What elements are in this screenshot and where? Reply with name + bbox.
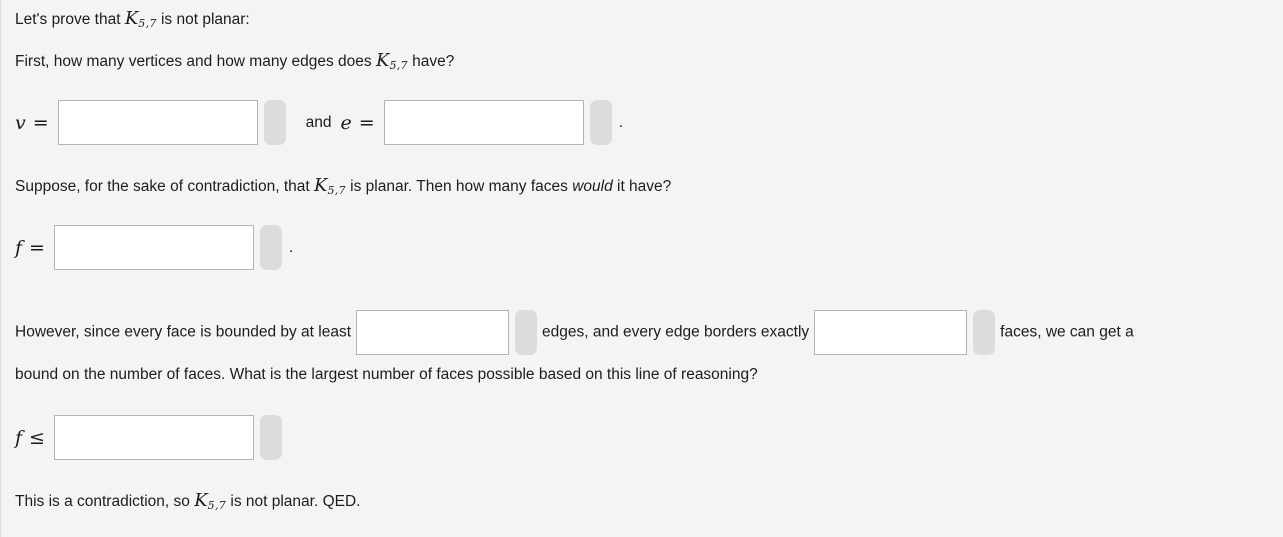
edges-input[interactable]	[383, 100, 584, 145]
f-bound-field-group	[53, 415, 282, 460]
e-variable: e	[340, 111, 352, 134]
v-equals-label: v =	[15, 112, 49, 134]
faces-bound-input-handle-icon[interactable]	[259, 415, 282, 460]
graph-symbol-q1: K5,7	[375, 50, 408, 73]
conclusion-text-before: This is a contradiction, so	[15, 493, 190, 510]
edges-input-handle-icon[interactable]	[589, 100, 612, 145]
intro-text-before: Let's prove that	[15, 11, 121, 28]
however-text-before: However, since every face is bounded by …	[15, 323, 352, 341]
graph-subscript-q2: 5,7	[327, 184, 346, 198]
intro-line: Let's prove that K5,7 is not planar:	[15, 8, 250, 31]
graph-subscript-q1: 5,7	[389, 59, 408, 73]
graph-symbol-q2: K5,7	[314, 175, 346, 198]
v-variable: v	[15, 111, 26, 134]
graph-subscript-conclusion: 5,7	[207, 499, 227, 513]
however-text-mid: edges, and every edge borders exactly	[542, 323, 810, 341]
question-faces: Suppose, for the sake of contradiction, …	[15, 175, 671, 198]
graph-subscript-intro: 5,7	[138, 17, 157, 31]
answer-row-f-equals: f = .	[15, 225, 293, 270]
e-equals-label: e =	[341, 112, 375, 134]
intro-text-after: is not planar:	[160, 11, 250, 28]
period-after-edges: .	[618, 113, 624, 131]
f-bound-variable: f	[15, 426, 23, 449]
f-bound-label: f ≤	[15, 427, 45, 449]
answer-row-v-and-e: v = and e = .	[15, 100, 623, 145]
however-text-after: faces, we can get a	[1000, 323, 1134, 341]
question2-text-after: it have?	[617, 178, 672, 195]
edges-per-face-input-handle-icon[interactable]	[515, 310, 538, 355]
question2-text-mid: is planar. Then how many faces	[350, 178, 568, 195]
faces-per-edge-field-group	[814, 310, 996, 355]
question2-text-before: Suppose, for the sake of contradiction, …	[15, 178, 310, 195]
conjunction-and: and	[305, 113, 332, 131]
v-field-group	[57, 100, 286, 145]
f-relation-symbol: =	[29, 236, 45, 259]
edges-per-face-input[interactable]	[356, 310, 510, 355]
question1-text-before: First, how many vertices and how many ed…	[15, 53, 372, 70]
graph-symbol-conclusion: K5,7	[194, 490, 227, 513]
problem-page: Let's prove that K5,7 is not planar: Fir…	[0, 0, 1283, 537]
vertices-input-handle-icon[interactable]	[263, 100, 286, 145]
f-variable: f	[15, 236, 23, 259]
answer-row-f-bound: f ≤	[15, 415, 282, 460]
f-bound-relation-symbol: ≤	[29, 426, 45, 449]
faces-input-handle-icon[interactable]	[259, 225, 282, 270]
vertices-input[interactable]	[57, 100, 258, 145]
e-relation-symbol: =	[358, 111, 375, 134]
v-relation-symbol: =	[32, 111, 49, 134]
e-field-group	[383, 100, 612, 145]
conclusion-line: This is a contradiction, so K5,7 is not …	[15, 490, 360, 513]
graph-symbol-intro: K5,7	[124, 8, 157, 31]
conclusion-text-after: is not planar. QED.	[230, 493, 361, 510]
faces-bound-input[interactable]	[53, 415, 254, 460]
faces-per-edge-input-handle-icon[interactable]	[973, 310, 996, 355]
edges-per-face-field-group	[356, 310, 538, 355]
period-after-faces: .	[288, 238, 294, 256]
f-equals-label: f =	[15, 237, 45, 259]
question1-text-after: have?	[412, 53, 455, 70]
question2-emphasis-would: would	[572, 178, 613, 195]
bound-question-line: bound on the number of faces. What is th…	[15, 365, 758, 384]
faces-per-edge-input[interactable]	[814, 310, 968, 355]
bound-question-text: bound on the number of faces. What is th…	[15, 366, 758, 383]
faces-input[interactable]	[53, 225, 254, 270]
f-field-group	[53, 225, 282, 270]
question-vertices-edges: First, how many vertices and how many ed…	[15, 50, 454, 73]
however-paragraph: However, since every face is bounded by …	[15, 310, 1277, 355]
